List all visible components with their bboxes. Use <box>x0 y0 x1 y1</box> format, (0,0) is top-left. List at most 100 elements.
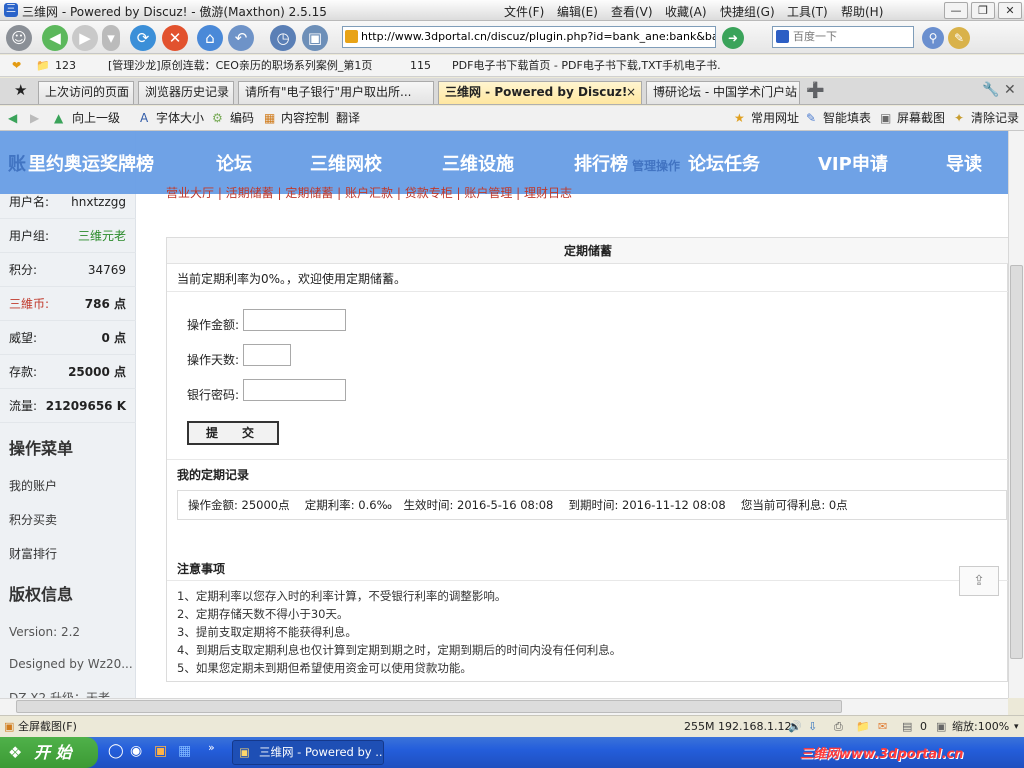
folder-status-icon[interactable]: 📁 <box>856 716 870 738</box>
back-icon[interactable]: ◀ <box>42 25 68 51</box>
nav-school[interactable]: 三维网校 <box>310 150 382 176</box>
zoom-dropdown-icon[interactable]: ▾ <box>1014 716 1019 738</box>
page-icon[interactable]: ▤ <box>902 716 912 738</box>
highlight-icon[interactable]: ✎ <box>948 27 970 49</box>
windows-logo-icon: ❖ <box>8 743 23 762</box>
menu-groups[interactable]: 快捷组(G) <box>720 3 775 20</box>
amount-input[interactable] <box>243 309 346 331</box>
wrench-icon[interactable]: 🔧 <box>982 82 999 98</box>
sidebar-link-my-account[interactable]: 我的账户 <box>9 477 57 494</box>
nav-forum-tasks[interactable]: 论坛任务 <box>688 150 760 176</box>
screenshot-button[interactable]: 屏幕截图 <box>897 106 945 131</box>
sidebar-link-points-trade[interactable]: 积分买卖 <box>9 511 57 528</box>
search-input[interactable]: 百度一下 <box>772 26 914 48</box>
up-level-button[interactable]: 向上一级 <box>72 106 120 131</box>
forward-icon[interactable]: ▶ <box>72 25 98 51</box>
clear-record-button[interactable]: 清除记录 <box>971 106 1019 131</box>
taskbar-item-icon: ▣ <box>239 745 250 759</box>
print-icon[interactable]: ⎙ <box>834 716 843 738</box>
tab-bank-notice[interactable]: 请所有"电子银行"用户取出所... <box>238 81 434 104</box>
tab-close-icon[interactable]: × <box>626 82 636 103</box>
quicklaunch-desktop-icon[interactable]: ▦ <box>178 743 191 759</box>
fav-item-123[interactable]: 123 <box>55 55 76 77</box>
user-icon[interactable]: ☺ <box>6 25 32 51</box>
go-icon[interactable]: ➜ <box>722 27 744 49</box>
tab-history[interactable]: 浏览器历史记录 <box>138 81 234 104</box>
fav-item-pdf[interactable]: PDF电子书下载首页 - PDF电子书下载,TXT手机电子书. <box>452 55 721 77</box>
favorites-star-icon[interactable]: ❤ <box>12 55 21 77</box>
menu-edit[interactable]: 编辑(E) <box>557 3 598 20</box>
home-icon[interactable]: ⌂ <box>197 25 223 51</box>
pin-star-icon[interactable]: ★ <box>14 81 27 99</box>
quicklaunch-ie-icon[interactable]: ◯ <box>108 743 124 759</box>
menu-view[interactable]: 查看(V) <box>611 3 653 20</box>
horizontal-scrollbar[interactable] <box>0 698 1008 715</box>
stop-icon[interactable]: ✕ <box>162 25 188 51</box>
up-level-icon: ▲ <box>54 111 64 125</box>
nav-vip[interactable]: VIP申请 <box>818 150 888 176</box>
sidebar-link-wealth-rank[interactable]: 财富排行 <box>9 545 57 562</box>
back-to-top-icon[interactable]: ⇪ <box>959 566 999 596</box>
download-icon[interactable]: ⇩ <box>808 716 817 738</box>
new-tab-icon[interactable]: ➕ <box>806 81 825 99</box>
close-window-button[interactable]: ✕ <box>998 2 1022 19</box>
horizontal-scroll-thumb[interactable] <box>16 700 842 713</box>
taskbar-item-3dportal[interactable]: ▣ 三维网 - Powered by ... <box>232 740 384 765</box>
submit-button[interactable]: 提 交 <box>187 421 279 445</box>
sidebar-row-points: 积分: 34769 <box>0 253 136 287</box>
chevron-down-icon[interactable]: ▾ <box>102 25 120 51</box>
nav-ranking[interactable]: 排行榜 <box>574 150 628 176</box>
translate-button[interactable]: 翻译 <box>336 106 360 131</box>
vertical-scrollbar[interactable] <box>1008 131 1024 698</box>
rate-intro: 当前定期利率为0%。，欢迎使用定期储蓄。 <box>177 272 407 286</box>
nav-olympic-medals[interactable]: 里约奥运奖牌榜 <box>28 150 154 176</box>
mail-icon[interactable]: ✉ <box>878 716 887 738</box>
address-bar[interactable]: http://www.3dportal.cn/discuz/plugin.php… <box>342 26 716 48</box>
menu-favorites[interactable]: 收藏(A) <box>665 3 707 20</box>
minimize-button[interactable]: — <box>944 2 968 19</box>
bank-subnav[interactable]: 营业大厅 | 活期储蓄 | 定期储蓄 | 账户汇款 | 贷款专柜 | 账户管理 … <box>166 184 572 201</box>
nav-facilities[interactable]: 三维设施 <box>442 150 514 176</box>
search-icon[interactable]: ⚲ <box>922 27 944 49</box>
nav-guide[interactable]: 导读 <box>946 150 982 176</box>
menu-help[interactable]: 帮助(H) <box>841 3 883 20</box>
vertical-scroll-thumb[interactable] <box>1010 265 1023 659</box>
speaker-icon[interactable]: 🔊 <box>788 716 802 738</box>
page-content: 用户名: hnxtzzgg 用户组: 三维元老 积分: 34769 三維币: 786 点… <box>0 131 1008 698</box>
quicklaunch-more-icon[interactable]: » <box>208 741 215 754</box>
quicklaunch-maxthon-icon[interactable]: ◉ <box>130 743 142 759</box>
window-icon[interactable]: ▣ <box>302 25 328 51</box>
menu-file[interactable]: 文件(F) <box>504 3 544 20</box>
content-control-button[interactable]: 内容控制 <box>281 106 329 131</box>
font-size-button[interactable]: 字体大小 <box>156 106 204 131</box>
fav-item-115[interactable]: 115 <box>410 55 431 77</box>
forward-small-icon[interactable]: ▶ <box>30 106 39 131</box>
restore-button[interactable]: ❐ <box>971 2 995 19</box>
copyright-version: Version: 2.2 <box>9 625 81 639</box>
undo-icon[interactable]: ↶ <box>228 25 254 51</box>
clear-record-icon: ✦ <box>954 111 965 125</box>
menu-tools[interactable]: 工具(T) <box>787 3 828 20</box>
fav-item-ceo[interactable]: [管理沙龙]原创连载：CEO亲历的职场系列案例_第1页 <box>108 55 372 77</box>
encoding-button[interactable]: 编码 <box>230 106 254 131</box>
password-input[interactable] <box>243 379 346 401</box>
fullscreen-capture-button[interactable]: 全屏截图(F) <box>18 716 77 738</box>
app-logo-icon: 三 <box>4 3 18 17</box>
tab-last-visited[interactable]: 上次访问的页面 <box>38 81 134 104</box>
days-label: 操作天数: <box>187 353 240 367</box>
quicklaunch-app-icon[interactable]: ▣ <box>154 743 167 759</box>
common-sites-button[interactable]: 常用网址 <box>751 106 799 131</box>
taskbar: ❖ 开 始 ◯ ◉ ▣ ▦ » ▣ 三维网 - Powered by ... 三… <box>0 737 1024 768</box>
tab-boyan-forum[interactable]: 博研论坛 - 中国学术门户站 <box>646 81 800 104</box>
nav-forum[interactable]: 论坛 <box>216 150 252 176</box>
close-tab-icon[interactable]: ✕ <box>1004 82 1016 98</box>
history-icon[interactable]: ◷ <box>270 25 296 51</box>
tab-3dportal[interactable]: 三维网 - Powered by Discuz! × <box>438 81 642 104</box>
auto-fill-button[interactable]: 智能填表 <box>823 106 871 131</box>
start-button[interactable]: ❖ 开 始 <box>0 737 98 768</box>
zoom-level[interactable]: 缩放:100% <box>952 716 1009 738</box>
value-prestige: 0 点 <box>101 331 126 345</box>
refresh-icon[interactable]: ⟳ <box>130 25 156 51</box>
days-input[interactable] <box>243 344 291 366</box>
back-small-icon[interactable]: ◀ <box>8 106 17 131</box>
